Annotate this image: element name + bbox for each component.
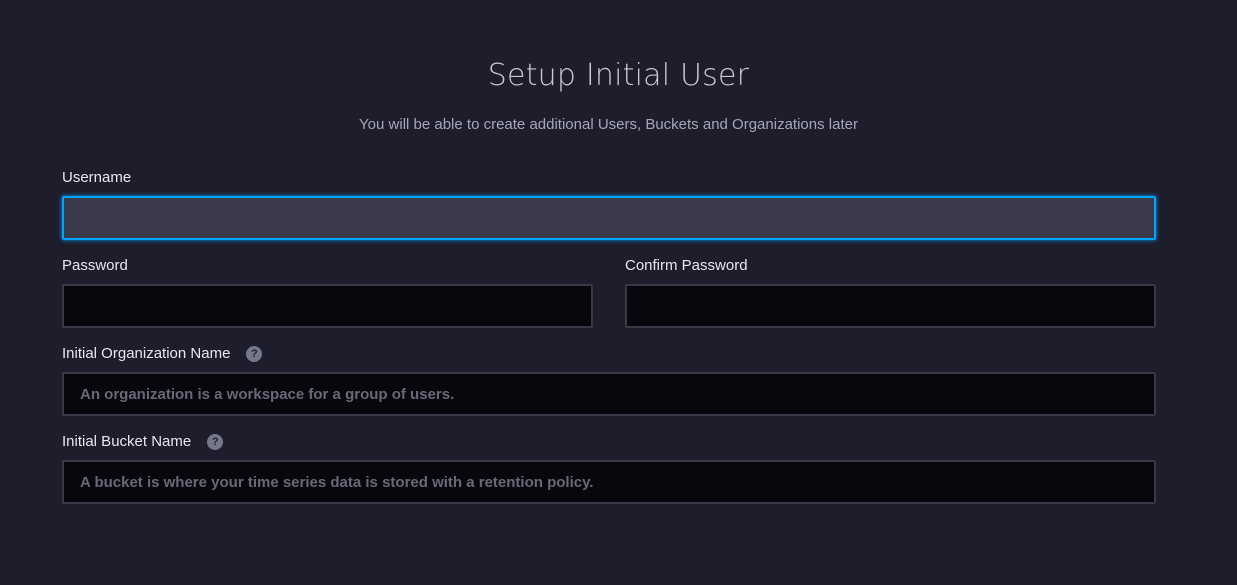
- organization-label: Initial Organization Name ?: [62, 345, 263, 362]
- confirm-password-label-text: Confirm Password: [625, 257, 748, 274]
- bucket-help-icon[interactable]: ?: [207, 433, 224, 450]
- password-input[interactable]: [62, 284, 593, 328]
- confirm-password-label: Confirm Password: [625, 257, 748, 274]
- bucket-label: Initial Bucket Name ?: [62, 433, 224, 450]
- page-subtitle: You will be able to create additional Us…: [359, 116, 858, 133]
- password-label-text: Password: [62, 257, 128, 274]
- page-title: Setup Initial User: [487, 58, 750, 93]
- username-label: Username: [62, 169, 131, 186]
- username-input[interactable]: [62, 196, 1156, 240]
- confirm-password-input[interactable]: [625, 284, 1156, 328]
- organization-name-input[interactable]: [62, 372, 1156, 416]
- username-label-text: Username: [62, 169, 132, 186]
- organization-label-text: Initial Organization Name: [62, 345, 231, 362]
- organization-help-icon[interactable]: ?: [246, 345, 263, 362]
- password-label: Password: [62, 257, 128, 274]
- bucket-label-text: Initial Bucket Name: [62, 433, 192, 450]
- bucket-name-input[interactable]: [62, 460, 1156, 504]
- setup-initial-user-page: Setup Initial User You will be able to c…: [0, 0, 1237, 585]
